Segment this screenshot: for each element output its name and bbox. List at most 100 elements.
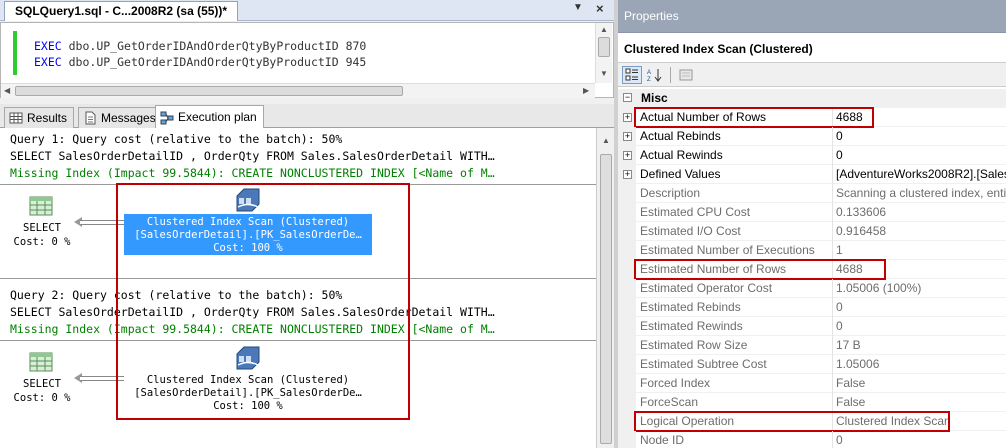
scroll-thumb[interactable]: [598, 37, 610, 57]
property-row[interactable]: Estimated CPU Cost 0.133606: [618, 203, 1006, 222]
property-value[interactable]: 1.05006 (100%): [836, 281, 1006, 295]
results-tab-strip: Results Messages Execution plan: [0, 104, 614, 129]
property-value[interactable]: 1: [836, 243, 1006, 257]
scroll-up-icon[interactable]: ▲: [600, 25, 608, 34]
property-value[interactable]: False: [836, 376, 1006, 390]
document-tab[interactable]: SQLQuery1.sql - C...2008R2 (sa (55))*: [4, 1, 239, 21]
column-divider[interactable]: [832, 431, 833, 448]
property-row[interactable]: Node ID 0: [618, 431, 1006, 448]
tab-messages[interactable]: Messages: [78, 107, 163, 128]
editor-vertical-scrollbar[interactable]: ▲ ▼: [595, 23, 612, 83]
collapse-icon[interactable]: −: [623, 93, 632, 102]
column-divider[interactable]: [832, 222, 833, 241]
property-row[interactable]: + Actual Rebinds 0: [618, 127, 1006, 146]
property-row[interactable]: + Actual Rewinds 0: [618, 146, 1006, 165]
column-divider[interactable]: [832, 298, 833, 317]
property-row[interactable]: Estimated Operator Cost 1.05006 (100%): [618, 279, 1006, 298]
column-divider[interactable]: [832, 127, 833, 146]
property-gutter: [618, 241, 636, 260]
scroll-down-icon[interactable]: ▼: [600, 69, 608, 78]
tab-label: Results: [27, 110, 68, 125]
code-text: dbo.UP_GetOrderIDAndOrderQtyByProductID …: [61, 55, 367, 69]
property-value[interactable]: 0: [836, 319, 1006, 333]
property-row[interactable]: Estimated I/O Cost 0.916458: [618, 222, 1006, 241]
property-grid: − Misc + Actual Number of Rows 4688 + Actual…: [618, 89, 1006, 448]
column-divider[interactable]: [832, 279, 833, 298]
categorized-icon: [625, 68, 638, 81]
code-line[interactable]: EXEC dbo.UP_GetOrderIDAndOrderQtyByProdu…: [34, 39, 366, 53]
keyword: EXEC: [34, 39, 62, 53]
scroll-thumb[interactable]: [600, 154, 612, 444]
property-value[interactable]: False: [836, 395, 1006, 409]
property-row[interactable]: Estimated Subtree Cost 1.05006: [618, 355, 1006, 374]
scroll-up-icon[interactable]: ▲: [602, 136, 610, 145]
editor-horizontal-scrollbar[interactable]: ◀ ▶: [1, 83, 595, 98]
property-row[interactable]: ForceScan False: [618, 393, 1006, 412]
property-value[interactable]: Scanning a clustered index, entire: [836, 186, 1006, 200]
category-row-misc[interactable]: − Misc: [618, 89, 1006, 108]
scroll-thumb[interactable]: [15, 86, 403, 96]
keyword: EXEC: [34, 55, 62, 69]
messages-icon: [85, 111, 96, 125]
property-row[interactable]: Estimated Rebinds 0: [618, 298, 1006, 317]
column-divider[interactable]: [832, 184, 833, 203]
column-divider[interactable]: [832, 241, 833, 260]
categorized-button[interactable]: [622, 66, 642, 84]
property-pages-button[interactable]: [676, 66, 696, 84]
property-value[interactable]: 1.05006: [836, 357, 1006, 371]
missing-index-hint[interactable]: Missing Index (Impact 99.5844): CREATE N…: [10, 166, 495, 180]
sql-editor[interactable]: EXEC dbo.UP_GetOrderIDAndOrderQtyByProdu…: [0, 22, 614, 98]
property-value[interactable]: 0.916458: [836, 224, 1006, 238]
plan-vertical-scrollbar[interactable]: ▲: [596, 128, 614, 448]
property-row[interactable]: Forced Index False: [618, 374, 1006, 393]
property-value[interactable]: 0.133606: [836, 205, 1006, 219]
property-value[interactable]: 0: [836, 148, 1006, 162]
column-divider[interactable]: [832, 374, 833, 393]
property-row[interactable]: Description Scanning a clustered index, e…: [618, 184, 1006, 203]
property-row[interactable]: Estimated Number of Executions 1: [618, 241, 1006, 260]
close-icon[interactable]: ×: [596, 1, 604, 16]
properties-toolbar: A Z: [618, 62, 1006, 87]
column-divider[interactable]: [832, 146, 833, 165]
change-tracking-margin: [13, 31, 17, 75]
property-row[interactable]: Estimated Row Size 17 B: [618, 336, 1006, 355]
column-divider[interactable]: [832, 336, 833, 355]
property-name: ForceScan: [640, 395, 699, 409]
property-gutter: [618, 355, 636, 374]
property-value[interactable]: 17 B: [836, 338, 1006, 352]
scroll-right-icon[interactable]: ▶: [583, 86, 589, 95]
code-text: dbo.UP_GetOrderIDAndOrderQtyByProductID …: [61, 39, 367, 53]
document-tab-title: SQLQuery1.sql - C...2008R2 (sa (55))*: [15, 4, 228, 18]
scroll-left-icon[interactable]: ◀: [4, 86, 10, 95]
expand-icon[interactable]: +: [623, 151, 632, 160]
property-row[interactable]: + Defined Values [AdventureWorks2008R2].[S…: [618, 165, 1006, 184]
code-line[interactable]: EXEC dbo.UP_GetOrderIDAndOrderQtyByProdu…: [34, 55, 366, 69]
selected-object-name[interactable]: Clustered Index Scan (Clustered): [624, 42, 813, 56]
property-value[interactable]: 0: [836, 300, 1006, 314]
expand-icon[interactable]: +: [623, 113, 632, 122]
select-operator-icon[interactable]: [29, 352, 53, 372]
highlight-box: [634, 107, 874, 128]
tab-execution-plan[interactable]: Execution plan: [155, 105, 264, 129]
highlight-box: [634, 411, 950, 432]
property-name: Estimated Rewinds: [640, 319, 743, 333]
column-divider[interactable]: [832, 165, 833, 184]
property-gutter: [618, 279, 636, 298]
expand-icon[interactable]: +: [623, 170, 632, 179]
property-row[interactable]: Estimated Rewinds 0: [618, 317, 1006, 336]
alphabetical-button[interactable]: A Z: [645, 66, 665, 84]
column-divider[interactable]: [832, 317, 833, 336]
property-value[interactable]: 0: [836, 433, 1006, 447]
property-value[interactable]: [AdventureWorks2008R2].[Sales].[: [836, 167, 1006, 181]
property-value[interactable]: 0: [836, 129, 1006, 143]
column-divider[interactable]: [832, 203, 833, 222]
tab-results[interactable]: Results: [4, 107, 75, 128]
properties-title: Properties: [624, 9, 679, 23]
property-name: Actual Rebinds: [640, 129, 721, 143]
expand-icon[interactable]: +: [623, 132, 632, 141]
tab-dropdown-icon[interactable]: ▼: [573, 2, 583, 13]
select-operator-icon[interactable]: [29, 196, 53, 216]
property-name: Defined Values: [640, 167, 721, 181]
column-divider[interactable]: [832, 393, 833, 412]
column-divider[interactable]: [832, 355, 833, 374]
